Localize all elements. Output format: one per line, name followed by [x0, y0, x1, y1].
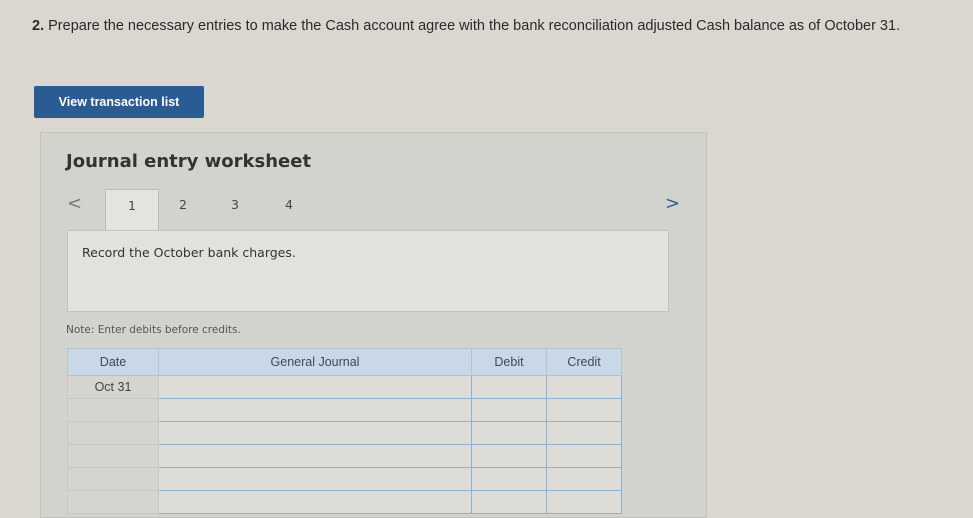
- debit-input[interactable]: [472, 491, 546, 513]
- table-row: [67, 398, 622, 422]
- debit-cell[interactable]: [471, 421, 547, 445]
- worksheet-title: Journal entry worksheet: [66, 151, 312, 172]
- header-date: Date: [67, 348, 159, 376]
- header-general-journal: General Journal: [158, 348, 472, 376]
- credit-cell[interactable]: [546, 467, 622, 491]
- account-input[interactable]: [159, 445, 471, 467]
- chevron-right-icon[interactable]: >: [665, 193, 680, 214]
- debit-cell[interactable]: [471, 375, 547, 399]
- credit-cell[interactable]: [546, 375, 622, 399]
- chevron-left-icon[interactable]: <: [67, 193, 82, 214]
- account-input[interactable]: [159, 468, 471, 490]
- table-row: [67, 444, 622, 468]
- credit-cell[interactable]: [546, 444, 622, 468]
- table-row: [67, 490, 622, 514]
- debit-cell[interactable]: [471, 444, 547, 468]
- instruction-box: Record the October bank charges.: [67, 230, 669, 312]
- debit-input[interactable]: [472, 376, 546, 398]
- credit-input[interactable]: [547, 468, 621, 490]
- credit-cell[interactable]: [546, 490, 622, 514]
- account-cell[interactable]: [158, 444, 472, 468]
- debit-input[interactable]: [472, 445, 546, 467]
- account-input[interactable]: [159, 491, 471, 513]
- debit-input[interactable]: [472, 399, 546, 421]
- debit-cell[interactable]: [471, 490, 547, 514]
- account-input[interactable]: [159, 376, 471, 398]
- tab-3[interactable]: 3: [209, 189, 261, 229]
- date-cell: [67, 444, 159, 468]
- credit-input[interactable]: [547, 422, 621, 444]
- date-cell: [67, 467, 159, 491]
- account-cell[interactable]: [158, 398, 472, 422]
- table-row: Oct 31: [67, 375, 622, 399]
- table-row: [67, 421, 622, 445]
- debit-cell[interactable]: [471, 467, 547, 491]
- question-text: 2. Prepare the necessary entries to make…: [32, 18, 952, 35]
- date-cell: [67, 490, 159, 514]
- tab-4[interactable]: 4: [263, 189, 315, 229]
- journal-entry-worksheet: Journal entry worksheet < 1 2 3 4 > Reco…: [40, 132, 707, 518]
- tab-1[interactable]: 1: [105, 189, 159, 231]
- credit-cell[interactable]: [546, 398, 622, 422]
- debit-input[interactable]: [472, 422, 546, 444]
- account-cell[interactable]: [158, 490, 472, 514]
- date-cell: Oct 31: [67, 375, 159, 399]
- credit-input[interactable]: [547, 399, 621, 421]
- question-body: Prepare the necessary entries to make th…: [48, 18, 901, 34]
- header-credit: Credit: [546, 348, 622, 376]
- account-cell[interactable]: [158, 421, 472, 445]
- credit-input[interactable]: [547, 491, 621, 513]
- debit-input[interactable]: [472, 468, 546, 490]
- debit-cell[interactable]: [471, 398, 547, 422]
- date-cell: [67, 421, 159, 445]
- account-cell[interactable]: [158, 375, 472, 399]
- credit-input[interactable]: [547, 376, 621, 398]
- date-cell: [67, 398, 159, 422]
- tab-2[interactable]: 2: [157, 189, 209, 229]
- account-cell[interactable]: [158, 467, 472, 491]
- credit-cell[interactable]: [546, 421, 622, 445]
- journal-table: Date General Journal Debit Credit Oct 31: [67, 348, 622, 514]
- note-text: Note: Enter debits before credits.: [66, 324, 241, 336]
- view-transaction-list-button[interactable]: View transaction list: [34, 86, 204, 118]
- account-input[interactable]: [159, 399, 471, 421]
- account-input[interactable]: [159, 422, 471, 444]
- credit-input[interactable]: [547, 445, 621, 467]
- journal-header-row: Date General Journal Debit Credit: [67, 348, 622, 376]
- table-row: [67, 467, 622, 491]
- instruction-text: Record the October bank charges.: [82, 245, 296, 260]
- question-number: 2.: [32, 18, 45, 34]
- header-debit: Debit: [471, 348, 547, 376]
